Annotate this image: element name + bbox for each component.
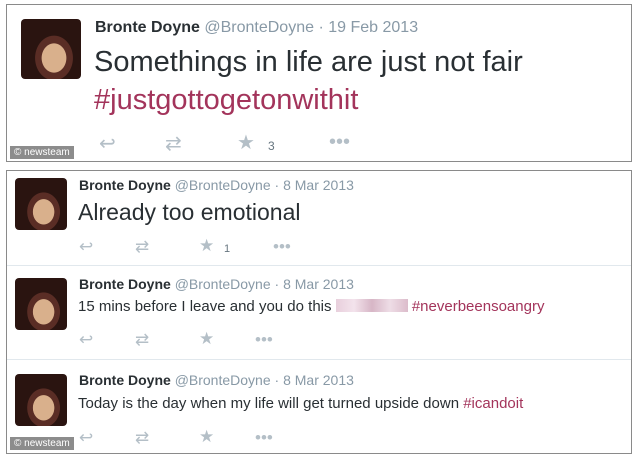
more-icon[interactable]: ••• [273, 237, 291, 257]
tweet: Bronte Doyne @BronteDoyne · 8 Mar 2013 T… [7, 359, 631, 453]
author-handle[interactable]: @BronteDoyne [175, 276, 271, 292]
watermark-credit: © newsteam [10, 437, 74, 450]
favorite-count: 1 [224, 243, 231, 255]
blurred-mention [335, 299, 408, 312]
dot-separator: · [274, 177, 280, 193]
tweet-actions: ↩ ⇄ ★ 1 ••• [7, 236, 631, 259]
reply-icon[interactable]: ↩ [79, 237, 93, 257]
hashtag-link[interactable]: #justgottogetonwithit [94, 84, 358, 116]
star-icon[interactable]: ★ [199, 427, 214, 447]
tweet-text-body: Today is the day when my life will get t… [78, 395, 460, 412]
retweet-icon[interactable]: ⇄ [135, 330, 149, 350]
tweet: Bronte Doyne @BronteDoyne · 19 Feb 2013 … [7, 5, 631, 161]
avatar[interactable] [15, 374, 67, 426]
more-icon[interactable]: ••• [255, 330, 273, 350]
tweet: Bronte Doyne @BronteDoyne · 8 Mar 2013 A… [7, 171, 631, 265]
tweet-card-large: Bronte Doyne @BronteDoyne · 19 Feb 2013 … [6, 4, 632, 162]
retweet-icon[interactable]: ⇄ [135, 428, 149, 448]
tweet-hashtag-line: #justgottogetonwithit [94, 83, 358, 117]
author-name[interactable]: Bronte Doyne [79, 276, 171, 292]
star-icon[interactable]: ★ [237, 130, 255, 155]
tweet-header: Bronte Doyne @BronteDoyne · 19 Feb 2013 [95, 19, 418, 37]
favorite-count: 3 [268, 139, 275, 153]
tweet-date[interactable]: 19 Feb 2013 [328, 19, 418, 36]
author-name[interactable]: Bronte Doyne [79, 372, 171, 388]
star-icon[interactable]: ★ [199, 329, 214, 349]
retweet-icon[interactable]: ⇄ [135, 237, 149, 257]
more-icon[interactable]: ••• [329, 131, 350, 154]
author-handle[interactable]: @BronteDoyne [175, 177, 271, 193]
tweet: Bronte Doyne @BronteDoyne · 8 Mar 2013 1… [7, 265, 631, 360]
tweet-text-body: Somethings in life are just not fair [94, 46, 523, 78]
author-handle[interactable]: @BronteDoyne [175, 372, 271, 388]
tweet-text-body: 15 mins before I leave and you do this [78, 298, 332, 315]
reply-icon[interactable]: ↩ [79, 330, 93, 350]
tweet-date[interactable]: 8 Mar 2013 [283, 177, 354, 193]
avatar[interactable] [21, 19, 81, 79]
watermark-credit: © newsteam [10, 146, 74, 159]
author-name[interactable]: Bronte Doyne [95, 19, 200, 36]
tweet-actions: ↩ ⇄ ★ ••• [7, 427, 631, 450]
more-icon[interactable]: ••• [255, 428, 273, 448]
tweet-actions: ↩ ⇄ ★ ••• [7, 329, 631, 352]
hashtag-link[interactable]: #icandoit [463, 395, 523, 412]
avatar[interactable] [15, 178, 67, 230]
author-handle[interactable]: @BronteDoyne [204, 19, 314, 36]
author-name[interactable]: Bronte Doyne [79, 177, 171, 193]
tweet-card-list: Bronte Doyne @BronteDoyne · 8 Mar 2013 A… [6, 170, 632, 454]
tweet-header: Bronte Doyne @BronteDoyne · 8 Mar 2013 [79, 372, 354, 388]
tweet-text: Already too emotional [78, 199, 300, 225]
star-icon[interactable]: ★ [199, 236, 214, 256]
reply-icon[interactable]: ↩ [99, 131, 116, 156]
tweet-actions: ↩ ⇄ ★ 3 ••• [7, 131, 631, 155]
reply-icon[interactable]: ↩ [79, 428, 93, 448]
dot-separator: · [318, 19, 324, 36]
tweet-date[interactable]: 8 Mar 2013 [283, 276, 354, 292]
retweet-icon[interactable]: ⇄ [165, 131, 182, 156]
dot-separator: · [274, 372, 280, 388]
tweet-date[interactable]: 8 Mar 2013 [283, 372, 354, 388]
hashtag-link[interactable]: #neverbeensoangry [412, 298, 545, 315]
tweet-text: Today is the day when my life will get t… [78, 395, 523, 413]
tweet-text-body: Already too emotional [78, 199, 301, 225]
dot-separator: · [274, 276, 280, 292]
tweet-text: Somethings in life are just not fair [94, 45, 523, 79]
avatar[interactable] [15, 278, 67, 330]
tweet-header: Bronte Doyne @BronteDoyne · 8 Mar 2013 [79, 276, 354, 292]
tweet-header: Bronte Doyne @BronteDoyne · 8 Mar 2013 [79, 177, 354, 193]
tweet-text: 15 mins before I leave and you do this #… [78, 298, 544, 316]
